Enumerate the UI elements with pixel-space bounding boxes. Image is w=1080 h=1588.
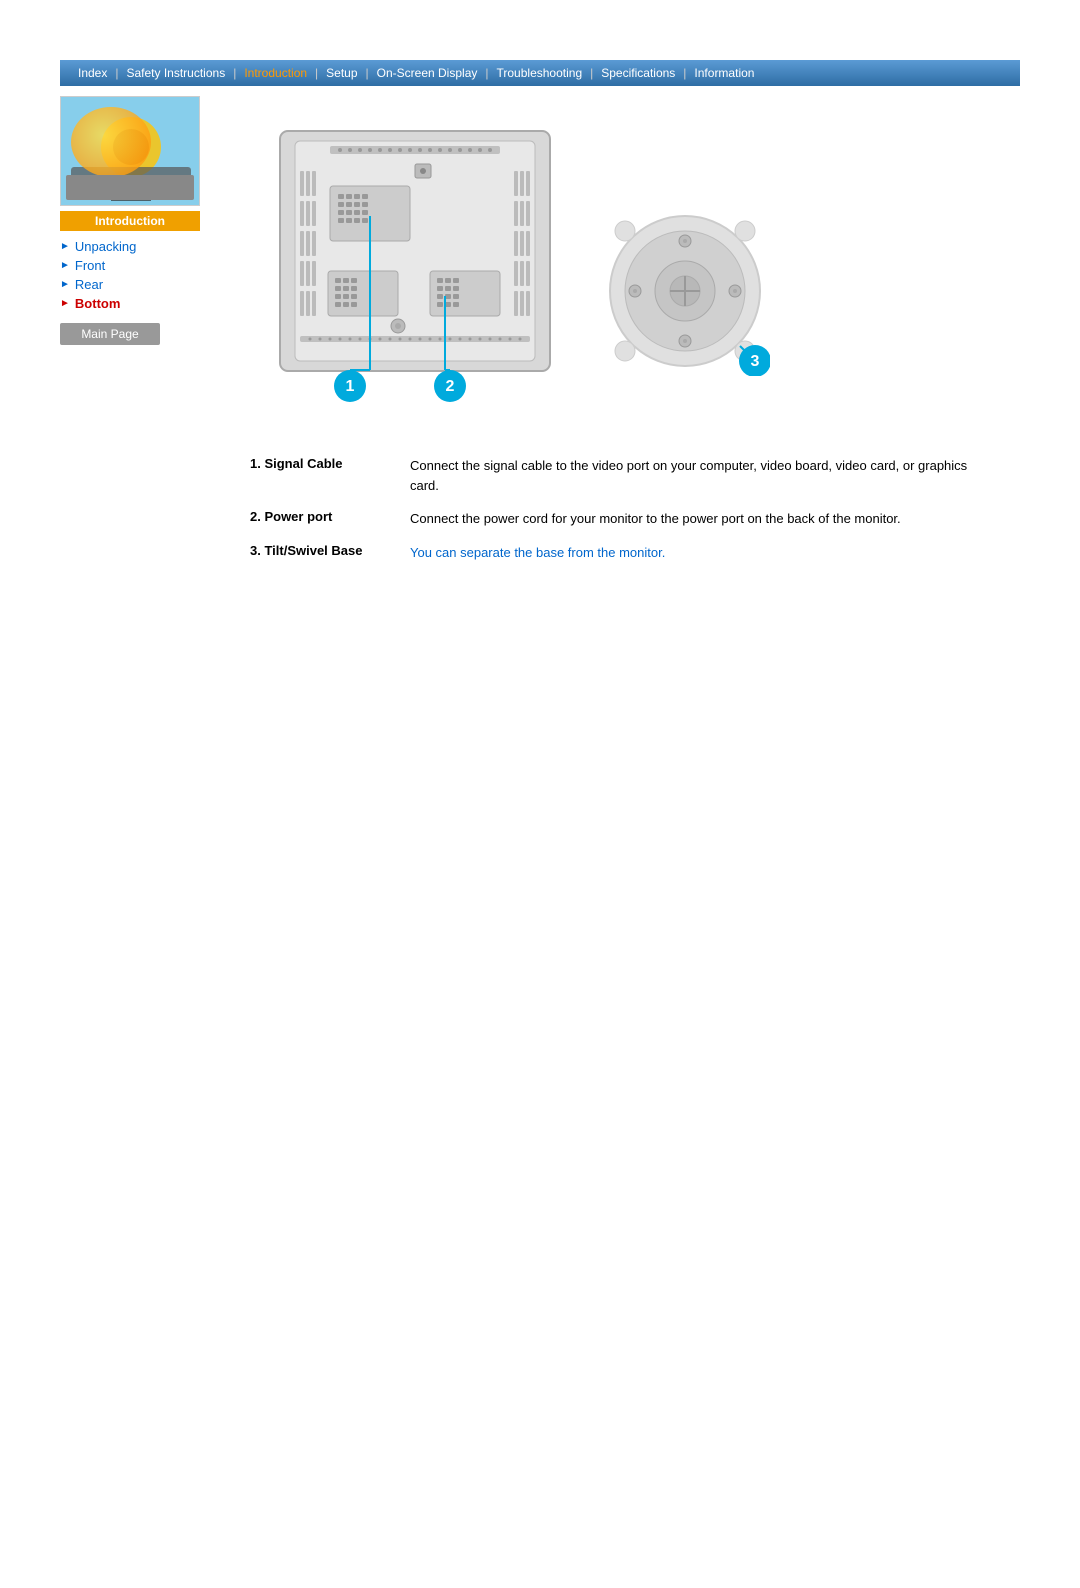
nav-troubleshooting[interactable]: Troubleshooting (489, 66, 591, 80)
base-diagram: 3 (600, 206, 770, 376)
sidebar-monitor-svg (61, 97, 200, 206)
nav-setup[interactable]: Setup (318, 66, 365, 80)
content-area: 1 2 (220, 96, 1020, 586)
tilt-base-term: 3. Tilt/Swivel Base (250, 543, 410, 558)
nav-safety[interactable]: Safety Instructions (118, 66, 233, 80)
nav-osd[interactable]: On-Screen Display (369, 66, 486, 80)
labels-section: 1. Signal Cable Connect the signal cable… (240, 456, 1000, 562)
arrow-icon-rear: ► (60, 279, 70, 290)
nav-specifications[interactable]: Specifications (593, 66, 683, 80)
arrow-icon-unpacking: ► (60, 241, 70, 252)
power-port-desc: Connect the power cord for your monitor … (410, 509, 901, 529)
svg-text:2: 2 (446, 378, 455, 395)
sidebar-nav-rear[interactable]: ► Rear (60, 277, 220, 292)
sidebar: Introduction ► Unpacking ► Front ► Rear … (60, 96, 220, 586)
label-row-base: 3. Tilt/Swivel Base You can separate the… (250, 543, 990, 563)
diagram-area: 1 2 (240, 106, 1000, 436)
power-port-term: 2. Power port (250, 509, 410, 524)
svg-text:3: 3 (751, 353, 760, 370)
signal-cable-term: 1. Signal Cable (250, 456, 410, 471)
sidebar-monitor-image (60, 96, 200, 206)
nav-introduction[interactable]: Introduction (236, 66, 315, 80)
label-row-power: 2. Power port Connect the power cord for… (250, 509, 990, 529)
sidebar-nav-front[interactable]: ► Front (60, 258, 220, 273)
sidebar-nav-rear-label: Rear (75, 277, 103, 292)
sidebar-nav-bottom-label: Bottom (75, 296, 121, 311)
nav-index[interactable]: Index (70, 66, 115, 80)
main-layout: Introduction ► Unpacking ► Front ► Rear … (60, 86, 1020, 586)
main-page-button[interactable]: Main Page (60, 323, 160, 345)
signal-cable-desc: Connect the signal cable to the video po… (410, 456, 990, 495)
sidebar-nav-unpacking[interactable]: ► Unpacking (60, 239, 220, 254)
nav-information[interactable]: Information (686, 66, 762, 80)
sidebar-nav-bottom[interactable]: ► Bottom (60, 296, 220, 311)
sidebar-nav-unpacking-label: Unpacking (75, 239, 136, 254)
navigation-bar: Index | Safety Instructions | Introducti… (60, 60, 1020, 86)
monitor-bottom-diagram: 1 2 (250, 116, 580, 426)
tilt-base-desc[interactable]: You can separate the base from the monit… (410, 543, 665, 563)
sidebar-section-label: Introduction (60, 211, 200, 231)
arrow-icon-front: ► (60, 260, 70, 271)
svg-text:1: 1 (346, 378, 355, 395)
label-row-signal: 1. Signal Cable Connect the signal cable… (250, 456, 990, 495)
sidebar-nav-front-label: Front (75, 258, 105, 273)
arrow-icon-bottom: ► (60, 298, 70, 309)
